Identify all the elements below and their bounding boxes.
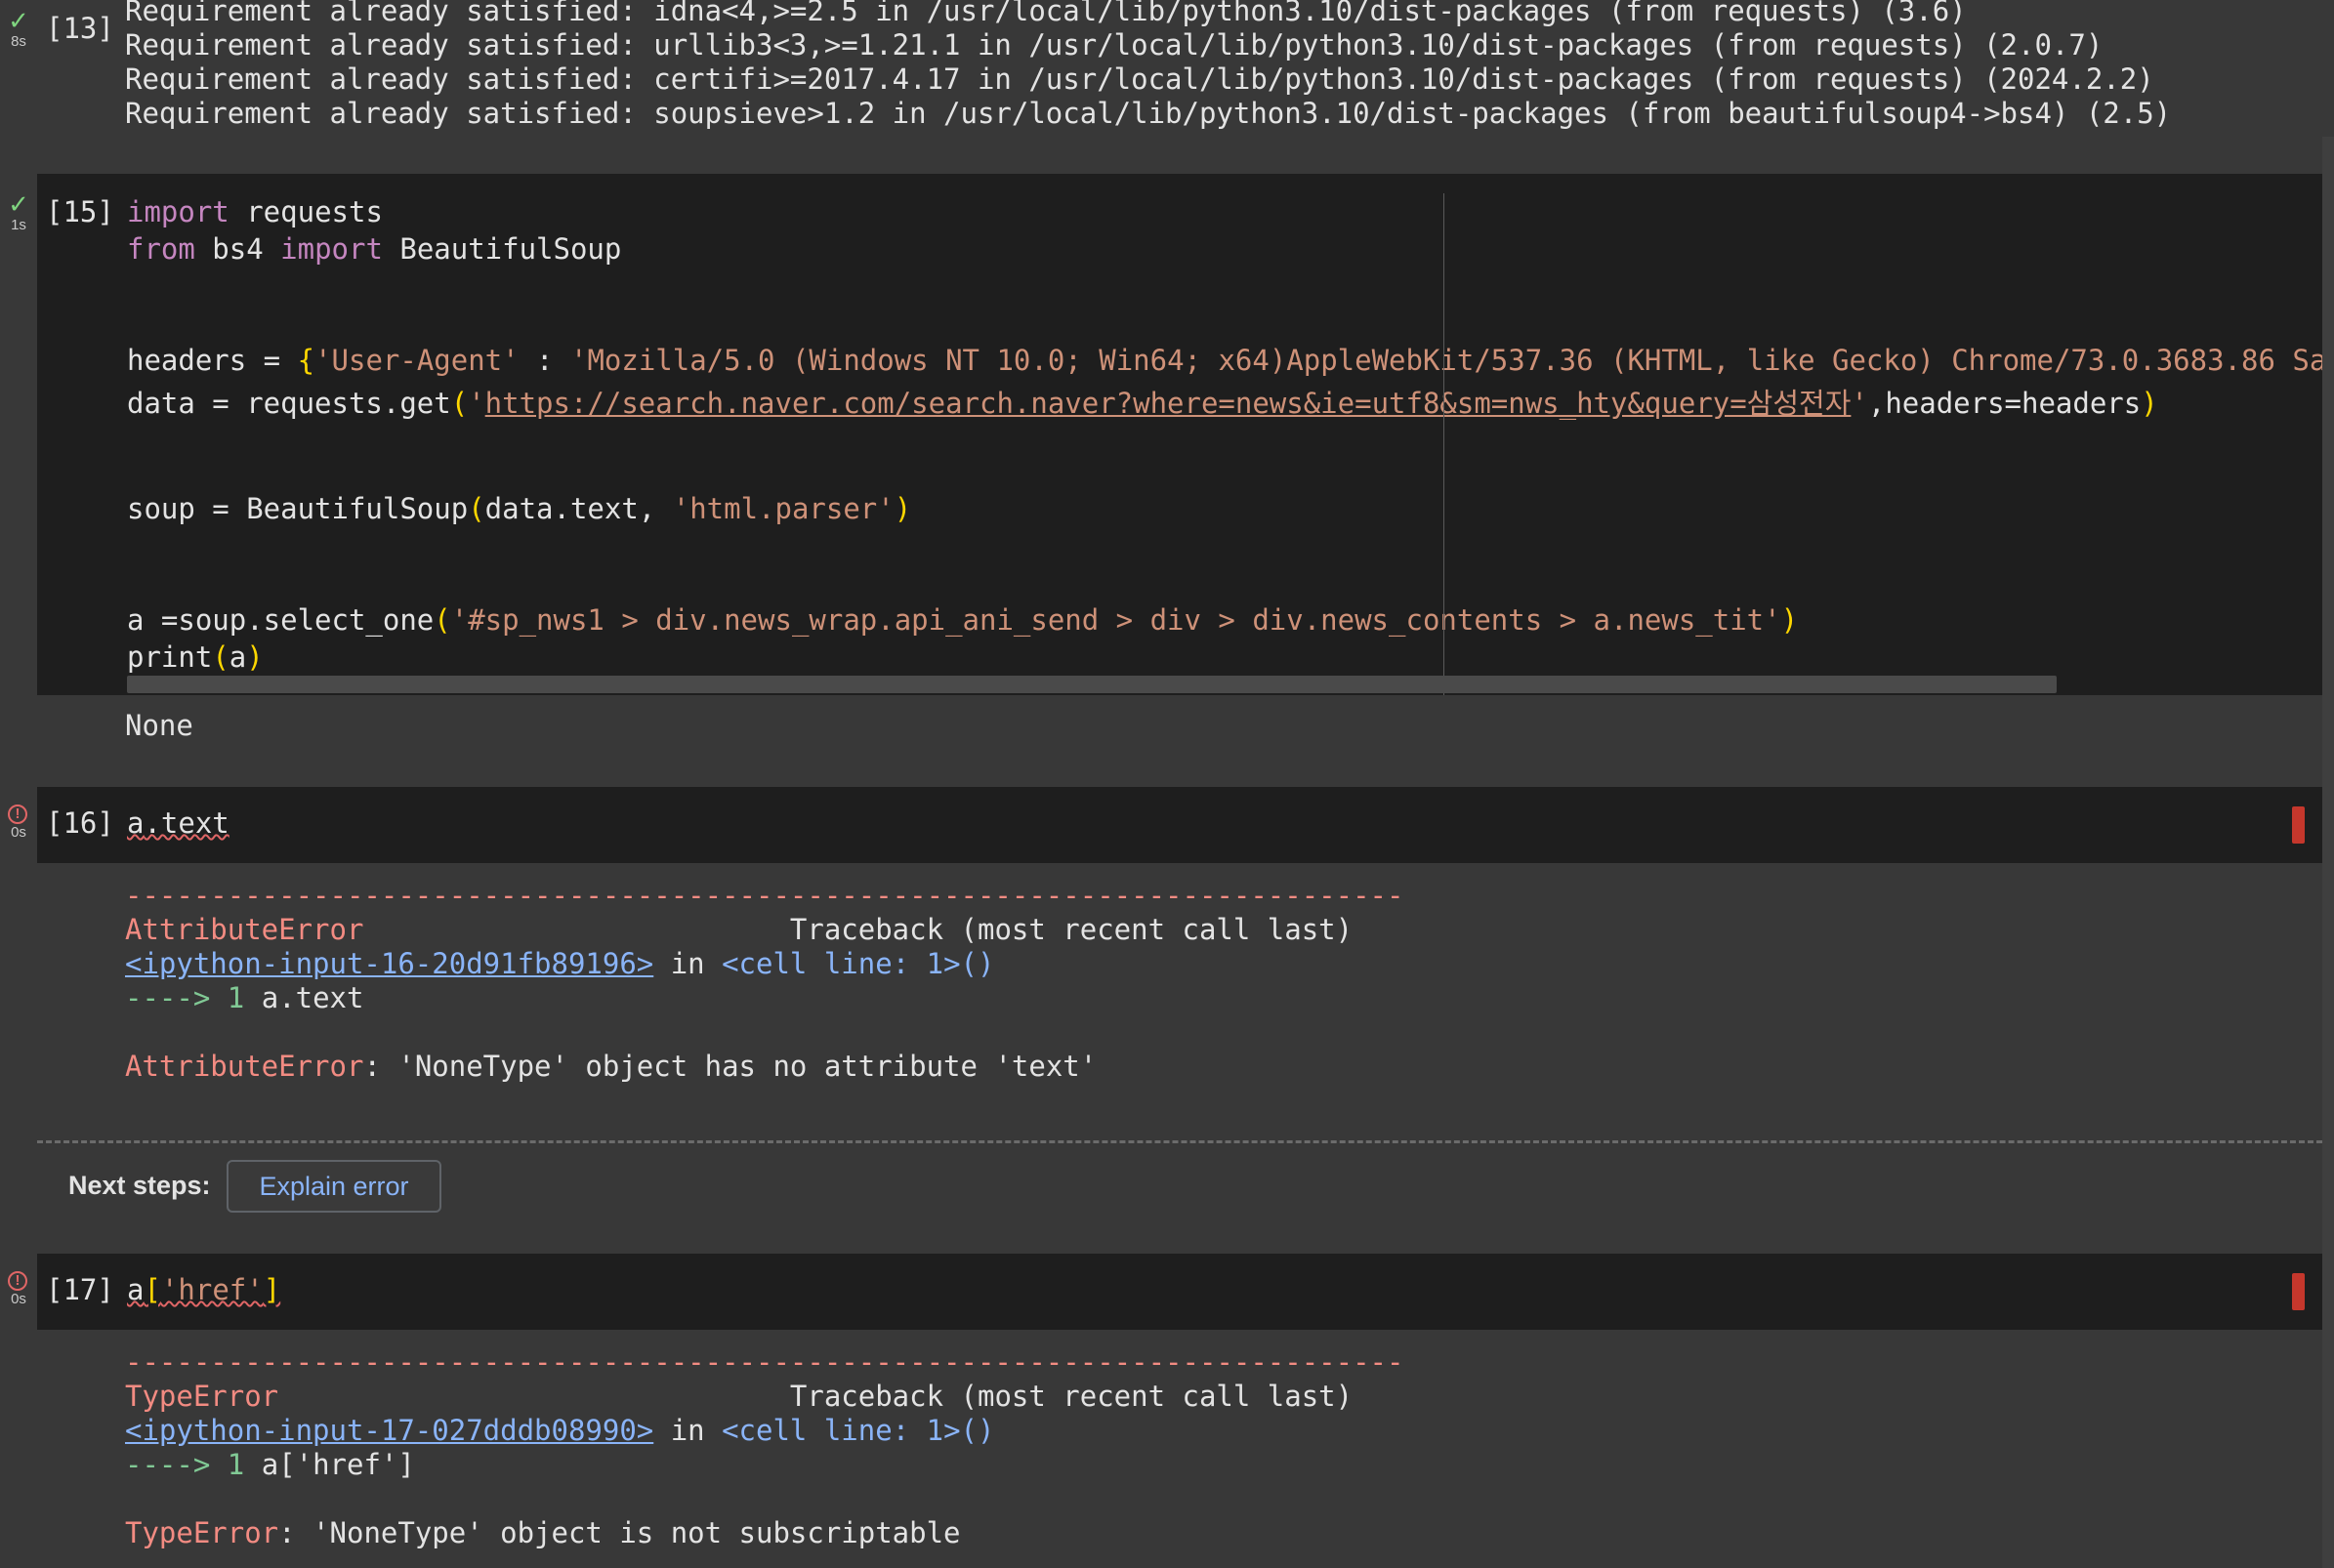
explain-error-button[interactable]: Explain error: [227, 1160, 441, 1213]
code-line: a =soup.select_one('#sp_nws1 > div.news_…: [127, 603, 1799, 637]
ruler-line: [1443, 193, 1444, 695]
page-scrollbar[interactable]: [2322, 137, 2334, 1568]
cell-17-status: ! 0s: [4, 1271, 33, 1307]
traceback-header: TypeError Traceback (most recent call la…: [125, 1380, 1354, 1413]
cell-15-status: ✓ 1s: [4, 191, 33, 233]
traceback-separator: ----------------------------------------…: [125, 1345, 1404, 1379]
error-icon: !: [8, 1271, 27, 1291]
cell-13-status: ✓ 8s: [4, 8, 33, 50]
cell-13-output-line: Requirement already satisfied: idna<4,>=…: [125, 0, 1967, 27]
horizontal-scrollbar[interactable]: [127, 676, 2057, 693]
cell-13-execution-count[interactable]: [13]: [46, 12, 114, 45]
code-line: data = requests.get('https://search.nave…: [127, 387, 2158, 420]
cell-16-code-editor[interactable]: [37, 787, 2334, 863]
code-line: a.text: [127, 806, 229, 840]
cell-15-duration: 1s: [11, 217, 26, 233]
error-message: TypeError: 'NoneType' object is not subs…: [125, 1516, 961, 1549]
cell-16-status: ! 0s: [4, 805, 33, 841]
cell-17-code-editor[interactable]: [37, 1254, 2334, 1330]
traceback-header: AttributeError Traceback (most recent ca…: [125, 913, 1354, 946]
divider: [37, 1140, 2322, 1143]
error-message: AttributeError: 'NoneType' object has no…: [125, 1050, 1098, 1083]
cell-16-duration: 0s: [11, 824, 26, 841]
error-marker: [2292, 1273, 2305, 1310]
cell-13-output-line: Requirement already satisfied: urllib3<3…: [125, 28, 2104, 62]
error-icon: !: [8, 805, 27, 824]
code-url-link[interactable]: https://search.naver.com/search.naver?wh…: [485, 387, 1852, 420]
code-line: soup = BeautifulSoup(data.text, 'html.pa…: [127, 492, 912, 525]
cell-15-execution-count[interactable]: [15]: [46, 195, 114, 228]
code-line: a['href']: [127, 1273, 281, 1306]
cell-17-duration: 0s: [11, 1291, 26, 1307]
traceback-location: <ipython-input-17-027dddb08990> in <cell…: [125, 1414, 995, 1447]
traceback-input-link[interactable]: <ipython-input-16-20d91fb89196>: [125, 947, 653, 980]
traceback-code: ----> 1 a['href']: [125, 1448, 415, 1481]
next-steps-label: Next steps:: [68, 1171, 211, 1200]
cell-13-output-line: Requirement already satisfied: certifi>=…: [125, 62, 2154, 96]
cell-13-output-line: Requirement already satisfied: soupsieve…: [125, 97, 2172, 130]
code-line: from bs4 import BeautifulSoup: [127, 232, 622, 266]
error-marker: [2292, 806, 2305, 844]
traceback-location: <ipython-input-16-20d91fb89196> in <cell…: [125, 947, 995, 980]
check-icon: ✓: [8, 6, 29, 35]
code-line: import requests: [127, 195, 383, 228]
cell-16-execution-count[interactable]: [16]: [46, 806, 114, 840]
code-line: print(a): [127, 640, 264, 674]
cell-15-output: None: [125, 709, 193, 742]
check-icon: ✓: [8, 189, 29, 219]
code-line: headers = {'User-Agent' : 'Mozilla/5.0 (…: [127, 344, 2334, 377]
traceback-separator: ----------------------------------------…: [125, 879, 1404, 912]
traceback-input-link[interactable]: <ipython-input-17-027dddb08990>: [125, 1414, 653, 1447]
cell-13-duration: 8s: [11, 33, 26, 50]
cell-17-execution-count[interactable]: [17]: [46, 1273, 114, 1306]
traceback-code: ----> 1 a.text: [125, 981, 364, 1014]
